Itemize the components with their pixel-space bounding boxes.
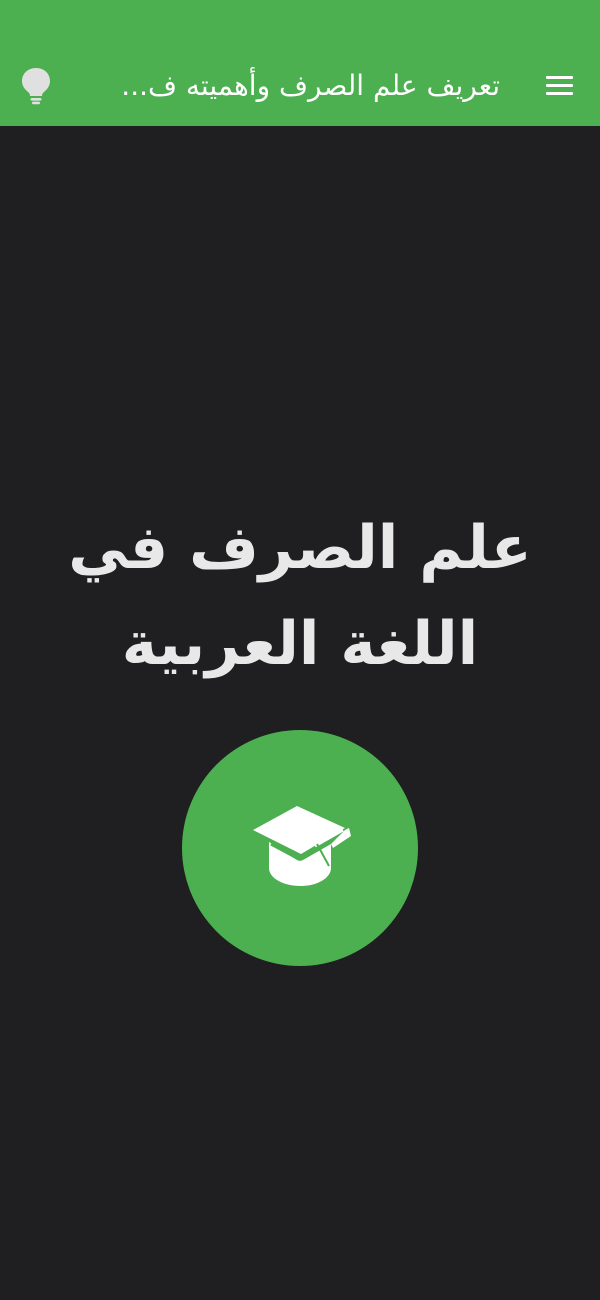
hamburger-menu-icon-line <box>546 83 573 87</box>
main-heading: علم الصرف في اللغة العربية <box>68 513 532 679</box>
graduation-cap-icon <box>253 806 351 886</box>
start-button[interactable] <box>182 730 418 966</box>
page-title: تعريف علم الصرف وأهميته ف... <box>121 69 500 102</box>
app-bar: تعريف علم الصرف وأهميته ف... <box>0 0 600 126</box>
lightbulb-button[interactable] <box>18 66 54 106</box>
lightbulb-icon <box>22 68 50 105</box>
app-screen: تعريف علم الصرف وأهميته ف... علم الصرف ف… <box>0 0 600 1300</box>
hamburger-menu-icon-line <box>546 91 573 95</box>
hamburger-menu-icon <box>546 75 573 79</box>
menu-button[interactable] <box>546 68 576 102</box>
